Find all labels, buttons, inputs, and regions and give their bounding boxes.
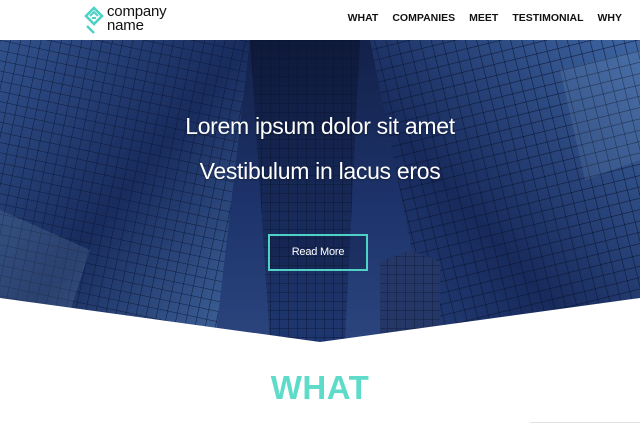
main-nav: WHAT COMPANIES MEET TESTIMONIAL WHY [348,0,640,36]
brand-name: company name [107,4,167,34]
hero-heading-line2: Vestibulum in lacus eros [199,158,441,184]
nav-item-companies[interactable]: COMPANIES [392,12,455,24]
nav-item-meet[interactable]: MEET [469,12,498,24]
brand-logo[interactable]: company name [83,4,167,34]
hero-heading-line1: Lorem ipsum dolor sit amet [185,113,455,139]
diamond-logo-icon [84,6,104,34]
skyscrapers-background-image [0,40,640,342]
site-header: company name WHAT COMPANIES MEET TESTIMO… [0,0,640,40]
nav-item-testimonial[interactable]: TESTIMONIAL [512,12,583,24]
landing-page: company name WHAT COMPANIES MEET TESTIMO… [0,0,640,426]
brand-name-line2: name [107,17,144,34]
hero-banner: Lorem ipsum dolor sit amet Vestibulum in… [0,40,640,342]
section-title-what: WHAT [270,369,370,406]
divider-line [530,422,640,423]
nav-item-what[interactable]: WHAT [348,12,379,24]
read-more-button[interactable]: Read More [268,234,368,271]
nav-item-why[interactable]: WHY [598,12,623,24]
